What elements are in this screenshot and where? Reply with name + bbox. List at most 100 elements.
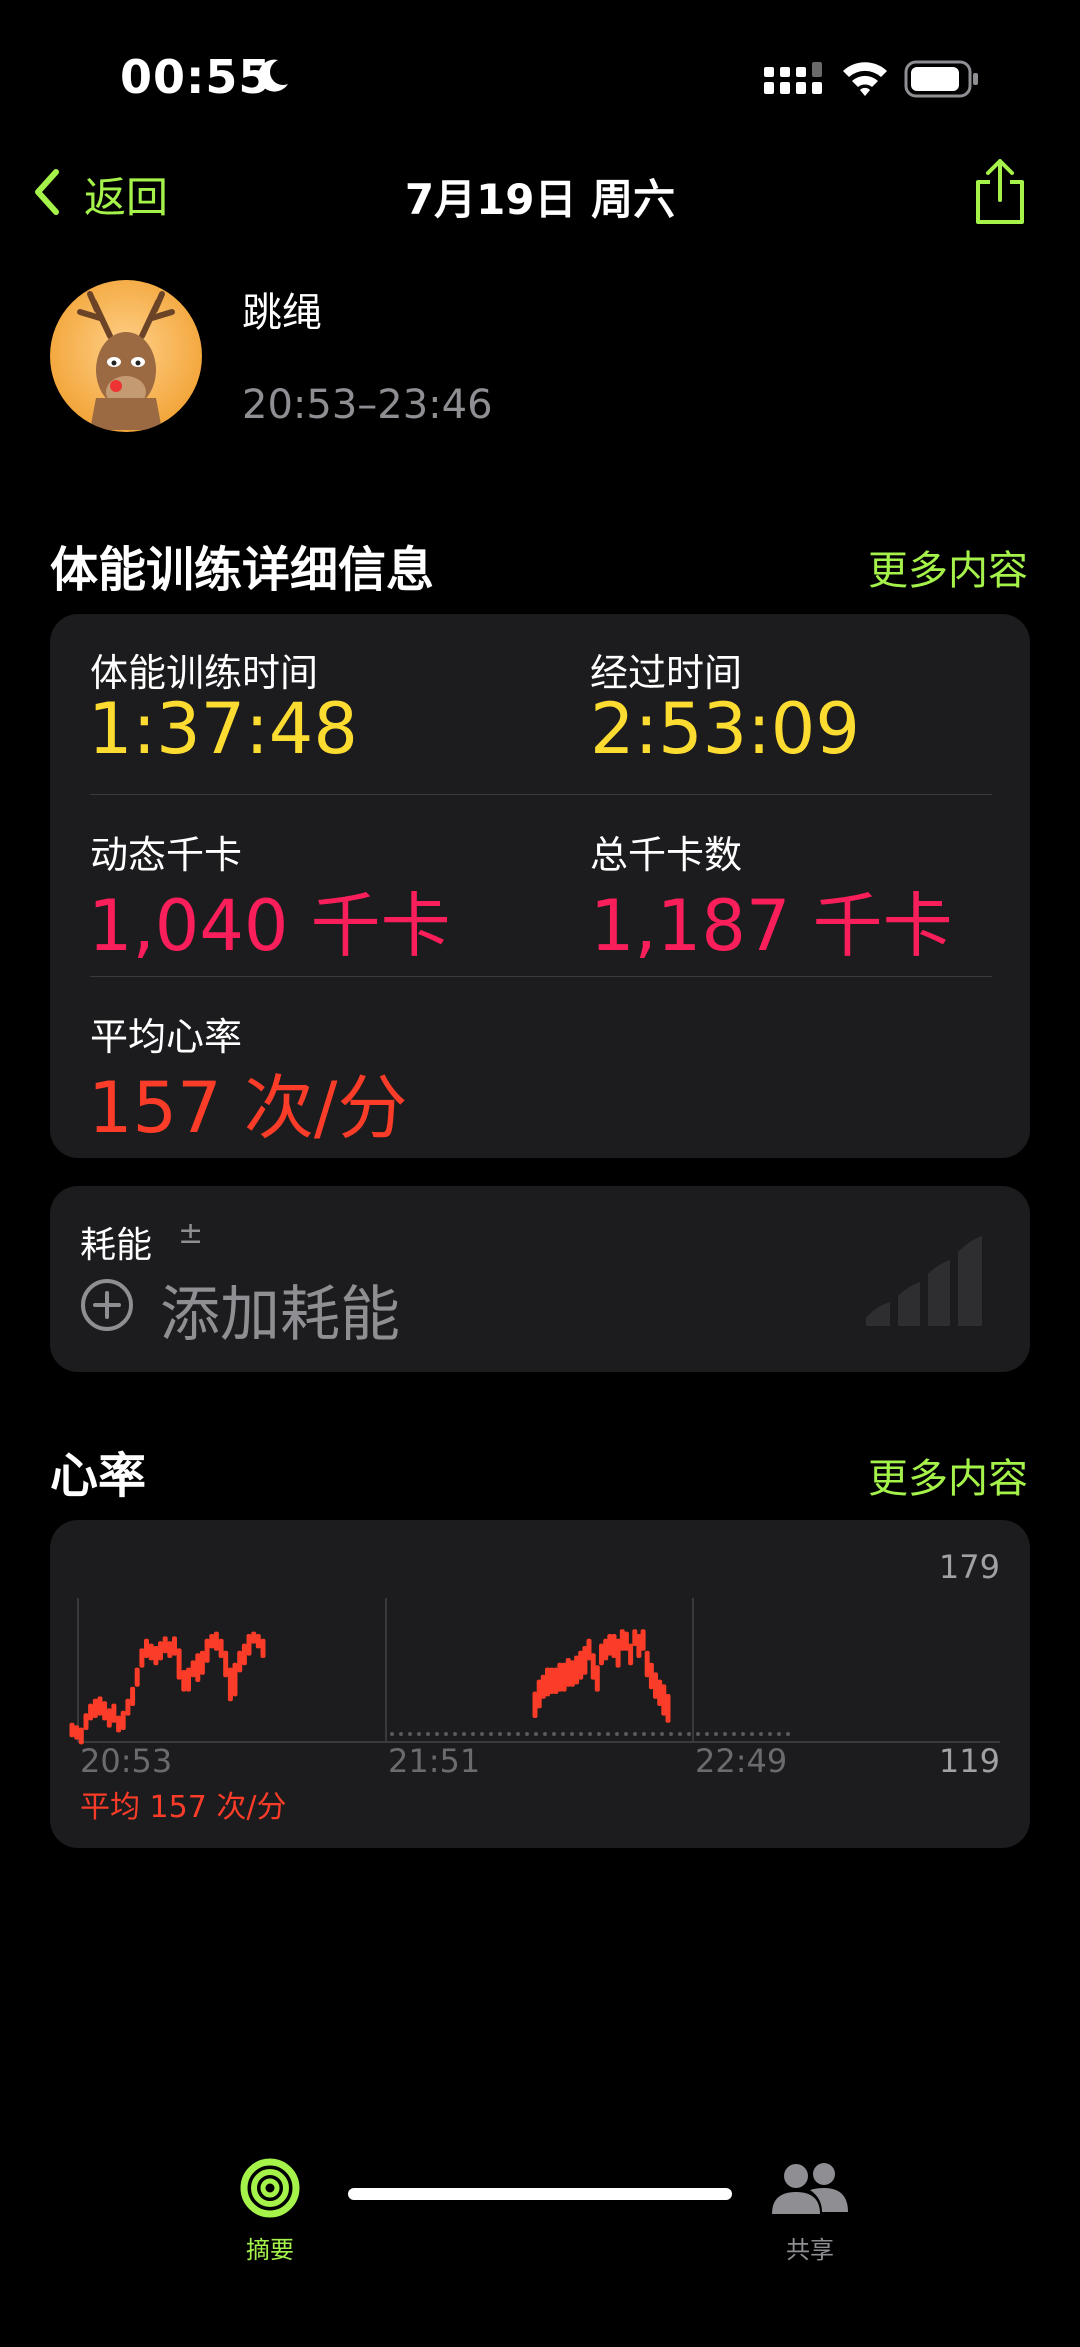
hr-bar [209, 1634, 215, 1649]
no-data-dots [390, 1732, 790, 1736]
hr-min-label: 119 [938, 1742, 1000, 1780]
hr-bar [88, 1703, 94, 1721]
x-tick-label: 21:51 [388, 1742, 481, 1780]
hr-bar [218, 1638, 224, 1658]
effort-plus-minus: ± [178, 1216, 204, 1251]
hr-bar [74, 1725, 80, 1740]
no-data-dot [624, 1732, 628, 1736]
no-data-dot [615, 1732, 619, 1736]
no-data-dot [507, 1732, 511, 1736]
hr-bar [246, 1634, 252, 1656]
divider [90, 794, 992, 795]
workout-name: 跳绳 [242, 290, 322, 336]
hr-bar [83, 1713, 89, 1730]
no-data-dot [462, 1732, 466, 1736]
hr-bar [139, 1648, 145, 1668]
reindeer-icon [77, 291, 175, 430]
heart-rate-more-link[interactable]: 更多内容 [868, 1446, 1028, 1504]
no-data-dot [444, 1732, 448, 1736]
no-data-dot [543, 1732, 547, 1736]
hr-bar [665, 1694, 671, 1723]
effort-label: 耗能 [80, 1225, 153, 1266]
hr-bar [162, 1636, 168, 1654]
no-data-dot [633, 1732, 637, 1736]
no-data-dot [642, 1732, 646, 1736]
hr-bar [120, 1710, 126, 1730]
no-data-dot [687, 1732, 691, 1736]
no-data-dot [570, 1732, 574, 1736]
hr-bar [172, 1636, 177, 1656]
no-data-dot [453, 1732, 457, 1736]
hr-bar [251, 1631, 257, 1644]
hr-bar [167, 1641, 173, 1658]
no-data-dot [669, 1732, 673, 1736]
add-effort-button[interactable]: 添加耗能 [160, 1266, 400, 1353]
status-time: 00:55 [120, 50, 272, 104]
no-data-dot [732, 1732, 736, 1736]
hr-bar [111, 1703, 117, 1723]
page-title: 7月19日 周六 [404, 175, 676, 224]
no-data-dot [759, 1732, 763, 1736]
effort-card[interactable]: 耗能 ± 添加耗能 [50, 1186, 1030, 1372]
details-more-link[interactable]: 更多内容 [868, 538, 1028, 596]
hr-bar [186, 1667, 191, 1692]
hr-bar [260, 1638, 266, 1658]
home-indicator [348, 2188, 732, 2200]
hr-bar [148, 1643, 154, 1661]
no-data-dot [534, 1732, 538, 1736]
moon-icon [258, 59, 288, 92]
hr-bar [640, 1629, 646, 1651]
no-data-dot [714, 1732, 718, 1736]
no-data-dot [696, 1732, 700, 1736]
hr-bar [125, 1698, 131, 1716]
hr-bar [199, 1650, 205, 1675]
hr-bar [92, 1698, 98, 1718]
battery-icon [904, 60, 978, 98]
hr-bar [181, 1670, 187, 1692]
people-icon[interactable] [770, 2160, 850, 2216]
hr-bar [213, 1631, 219, 1651]
no-data-dot [417, 1732, 421, 1736]
details-card: 体能训练时间 1:37:48 经过时间 2:53:09 动态千卡 1,040 千… [50, 614, 1030, 1158]
cellular-signal-icon [764, 62, 822, 94]
activity-rings-icon[interactable] [240, 2158, 300, 2218]
no-data-dot [435, 1732, 439, 1736]
no-data-dot [786, 1732, 790, 1736]
workout-avatar [50, 280, 202, 432]
elapsed-time-value: 2:53:09 [590, 688, 860, 770]
tab-sharing[interactable]: 共享 [710, 2230, 910, 2265]
hr-bar [134, 1667, 140, 1687]
no-data-dot [426, 1732, 430, 1736]
no-data-dot [768, 1732, 772, 1736]
hr-bar [195, 1653, 201, 1682]
no-data-dot [471, 1732, 475, 1736]
avg-hr-value: 157 次/分 [88, 1067, 408, 1149]
no-data-dot [678, 1732, 682, 1736]
no-data-dot [561, 1732, 565, 1736]
no-data-dot [723, 1732, 727, 1736]
no-data-dot [705, 1732, 709, 1736]
no-data-dot [741, 1732, 745, 1736]
no-data-dot [579, 1732, 583, 1736]
add-circle-icon[interactable] [80, 1278, 134, 1332]
no-data-dot [660, 1732, 664, 1736]
tab-summary[interactable]: 摘要 [170, 2230, 370, 2265]
total-kcal-value: 1,187 千卡 [590, 885, 953, 967]
hr-bar [237, 1650, 243, 1673]
no-data-dot [390, 1732, 394, 1736]
no-data-dot [498, 1732, 502, 1736]
no-data-dot [588, 1732, 592, 1736]
share-icon[interactable] [970, 158, 1030, 226]
heart-rate-card[interactable]: 179 20:53 21:51 22:49 119 平均 157 次/分 [50, 1520, 1030, 1848]
hr-bar [190, 1660, 196, 1678]
hr-bar [594, 1665, 600, 1692]
no-data-dot [408, 1732, 412, 1736]
hr-bar [97, 1696, 103, 1716]
hr-bar [102, 1701, 108, 1721]
hr-bar [232, 1662, 238, 1697]
no-data-dot [606, 1732, 610, 1736]
hr-bar [158, 1641, 163, 1661]
hr-bar [144, 1638, 149, 1658]
no-data-dot [552, 1732, 556, 1736]
no-data-dot [750, 1732, 754, 1736]
